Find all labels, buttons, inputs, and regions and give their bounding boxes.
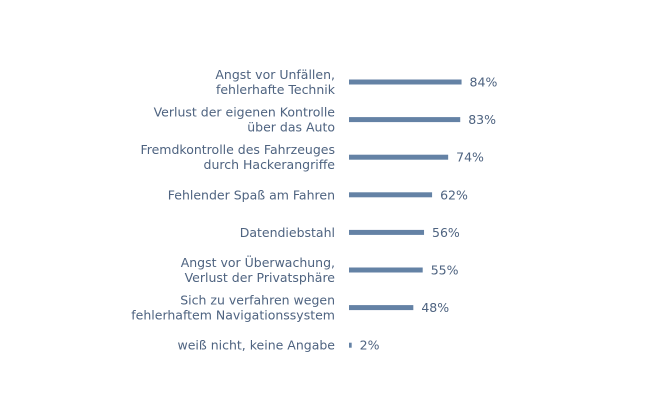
category-label: fehlerhafte Technik xyxy=(216,82,336,97)
value-label: 55% xyxy=(431,263,459,278)
value-label: 56% xyxy=(432,225,460,240)
category-label: Fremdkontrolle des Fahrzeuges xyxy=(140,142,335,157)
category-label: Verlust der eigenen Kontrolle xyxy=(154,105,336,120)
value-label: 83% xyxy=(468,112,496,127)
bar xyxy=(349,79,462,85)
value-label: 2% xyxy=(360,338,380,353)
bar xyxy=(349,117,461,123)
category-label: über das Auto xyxy=(247,120,335,135)
bar xyxy=(349,229,425,235)
bar xyxy=(349,342,352,348)
chart-container: Angst vor Unfällen, fehlerhafte Technik Ve… xyxy=(0,0,657,420)
value-label: 48% xyxy=(421,300,449,315)
category-label: Sich zu verfahren wegen xyxy=(180,293,335,308)
value-labels-group: 84% 83% 74% 62% 56% 55% 48% 2% xyxy=(360,75,498,353)
bar xyxy=(349,154,449,160)
category-labels-group: Angst vor Unfällen,fehlerhafte Technik Ve… xyxy=(131,67,335,353)
category-label: durch Hackerangriffe xyxy=(204,157,336,172)
bar-chart: Angst vor Unfällen,fehlerhafte Technik Ve… xyxy=(131,67,498,353)
category-label: Fehlender Spaß am Fahren xyxy=(168,187,335,202)
category-label: fehlerhaftem Navigationssystem xyxy=(131,308,335,323)
category-label: Datendiebstahl xyxy=(240,225,335,240)
category-label: Angst vor Überwachung, xyxy=(181,254,335,270)
category-label: Angst vor Unfällen, xyxy=(215,67,335,82)
bar xyxy=(349,305,414,311)
bar xyxy=(349,267,423,273)
value-label: 62% xyxy=(440,187,468,202)
bar xyxy=(349,192,433,198)
value-label: 84% xyxy=(470,75,498,90)
category-label: Verlust der Privatsphäre xyxy=(185,270,336,285)
category-label: weiß nicht, keine Angabe xyxy=(177,338,335,353)
value-label: 74% xyxy=(456,150,484,165)
